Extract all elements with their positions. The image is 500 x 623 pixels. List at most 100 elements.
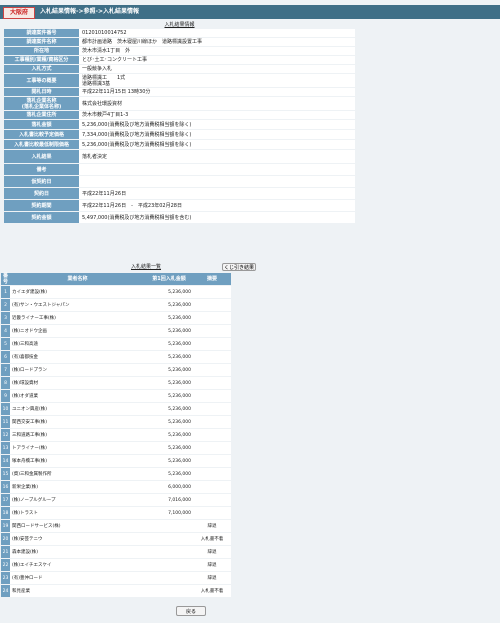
info-row: 契約期間 平成22年11月26日 - 平成23年02月28日 — [4, 200, 355, 211]
info-label: 調達案件番号 — [4, 29, 79, 37]
table-row: 12 三和道路工事(株) 5,236,000 — [1, 429, 231, 441]
table-row: 23 (有)豊仲ロード 辞退 — [1, 572, 231, 584]
header-bar: 大阪府 入札結果情報->参照->入札結果情報 — [0, 5, 500, 19]
bid-amount: 7,016,000 — [145, 494, 193, 506]
info-label: 工事種別/業種/資格区分 — [4, 56, 79, 64]
bid-amount: 7,100,000 — [145, 507, 193, 519]
bid-remark — [193, 338, 231, 350]
table-row: 3 近畿ライナー工事(株) 5,236,000 — [1, 312, 231, 324]
info-label: 落札企業住所 — [4, 111, 79, 119]
bidder-name: (資)三和金属製作所 — [10, 468, 145, 480]
bid-amount: 5,236,000 — [145, 338, 193, 350]
bid-remark — [193, 416, 231, 428]
bid-remark: 入札書不着 — [193, 533, 231, 545]
table-row: 14 塚本舟橋工事(株) 5,236,000 — [1, 455, 231, 467]
bid-remark: 入札書不着 — [193, 585, 231, 597]
info-row: 入札結果 落札者決定 — [4, 150, 355, 163]
info-label: 所在地 — [4, 47, 79, 55]
bid-remark — [193, 377, 231, 389]
bidder-name: 関西ロードサービス(株) — [10, 520, 145, 532]
row-number: 6 — [1, 351, 10, 363]
lottery-result-button[interactable]: くじ引き結果 — [222, 263, 256, 271]
table-row: 1 カイエダ建設(株) 5,236,000 — [1, 286, 231, 298]
bid-remark — [193, 312, 231, 324]
table-row: 16 新栄企業(株) 6,000,000 — [1, 481, 231, 493]
row-number: 2 — [1, 299, 10, 311]
results-table: 番号 業者名称 第1回入札金額 摘要 1 カイエダ建設(株) 5,236,000 2(… — [1, 272, 231, 598]
bid-amount — [145, 533, 193, 545]
bidder-name: 和見産業 — [10, 585, 145, 597]
row-number: 23 — [1, 572, 10, 584]
info-table: 調達案件番号 01201010014752 調達案件名称 都市計画道路 茨木寝屋川線ほ… — [4, 28, 355, 224]
bid-amount: 5,236,000 — [145, 468, 193, 480]
row-number: 9 — [1, 390, 10, 402]
info-value: 5,236,000(消費税及び地方消費税相当額を除く) — [79, 120, 355, 129]
row-number: 5 — [1, 338, 10, 350]
table-row: 15 (資)三和金属製作所 5,236,000 — [1, 468, 231, 480]
bidder-name: (株)三和高遠 — [10, 338, 145, 350]
table-row: 10 ユニオン興産(株) 5,236,000 — [1, 403, 231, 415]
row-number: 4 — [1, 325, 10, 337]
table-row: 22 (株)エイチエスケイ 辞退 — [1, 559, 231, 571]
info-row: 落札金額 5,236,000(消費税及び地方消費税相当額を除く) — [4, 120, 355, 129]
row-number: 20 — [1, 533, 10, 545]
bid-remark: 辞退 — [193, 559, 231, 571]
row-number: 16 — [1, 481, 10, 493]
info-value: 01201010014752 — [79, 29, 355, 37]
info-value: 道路標識工 1式 道路標識3基 — [79, 74, 355, 87]
bid-amount: 5,236,000 — [145, 416, 193, 428]
bid-amount: 6,000,000 — [145, 481, 193, 493]
info-value: 茨木市清水1丁目 外 — [79, 47, 355, 55]
row-number: 3 — [1, 312, 10, 324]
bidder-name: (株)オダ道業 — [10, 390, 145, 402]
bidder-name: 三和道路工事(株) — [10, 429, 145, 441]
bid-amount — [145, 572, 193, 584]
info-row: 入札書比較予定価格 7,334,000(消費税及び地方消費税相当額を除く) — [4, 130, 355, 139]
info-value: 平成22年11月26日 — [79, 188, 355, 199]
table-row: 13 トアライナー(株) 5,236,000 — [1, 442, 231, 454]
back-button[interactable]: 戻る — [176, 606, 206, 616]
col-header-amount: 第1回入札金額 — [145, 273, 193, 285]
info-value: 一般競争入札 — [79, 65, 355, 73]
table-row: 6 (有)喜都技金 5,236,000 — [1, 351, 231, 363]
results-header-row: 番号 業者名称 第1回入札金額 摘要 — [1, 273, 231, 285]
info-label: 入札書比較予定価格 — [4, 130, 79, 139]
bid-remark — [193, 442, 231, 454]
row-number: 14 — [1, 455, 10, 467]
bidder-name: (株)ニオドウ企画 — [10, 325, 145, 337]
info-label: 入札書比較最低制限価格 — [4, 140, 79, 149]
row-number: 11 — [1, 416, 10, 428]
bid-remark: 辞退 — [193, 572, 231, 584]
table-row: 8 (株)環設資材 5,236,000 — [1, 377, 231, 389]
info-row: 工事種別/業種/資格区分 とび･土工･コンクリート工事 — [4, 56, 355, 64]
bid-amount: 5,236,000 — [145, 312, 193, 324]
bid-amount: 5,236,000 — [145, 455, 193, 467]
info-row: 落札企業名称 (落札企業体名称) 株式会社環設資材 — [4, 97, 355, 110]
info-value: 平成22年11月26日 - 平成23年02月28日 — [79, 200, 355, 211]
bid-amount: 5,236,000 — [145, 299, 193, 311]
results-section-title: 入札結果一覧 — [130, 264, 161, 270]
info-row: 仮契約日 — [4, 176, 355, 187]
city-badge: 大阪府 — [3, 7, 35, 19]
bid-amount — [145, 559, 193, 571]
bid-amount: 5,236,000 — [145, 403, 193, 415]
info-value: 落札者決定 — [79, 150, 355, 163]
bid-amount — [145, 546, 193, 558]
table-row: 19 関西ロードサービス(株) 辞退 — [1, 520, 231, 532]
info-row: 開札日時 平成22年11月15日 13時30分 — [4, 88, 355, 96]
bid-remark — [193, 351, 231, 363]
info-label: 調達案件名称 — [4, 38, 79, 46]
bid-amount: 5,236,000 — [145, 390, 193, 402]
info-value: 平成22年11月15日 13時30分 — [79, 88, 355, 96]
row-number: 19 — [1, 520, 10, 532]
info-label: 契約日 — [4, 188, 79, 199]
bid-remark: 辞退 — [193, 520, 231, 532]
bid-amount: 5,236,000 — [145, 429, 193, 441]
bidder-name: (有)喜都技金 — [10, 351, 145, 363]
info-value: 7,334,000(消費税及び地方消費税相当額を除く) — [79, 130, 355, 139]
info-value: とび･土工･コンクリート工事 — [79, 56, 355, 64]
table-row: 4 (株)ニオドウ企画 5,236,000 — [1, 325, 231, 337]
info-label: 入札方式 — [4, 65, 79, 73]
info-label: 契約金額 — [4, 212, 79, 223]
bidder-name: (有)サン・ウエストジャパン — [10, 299, 145, 311]
